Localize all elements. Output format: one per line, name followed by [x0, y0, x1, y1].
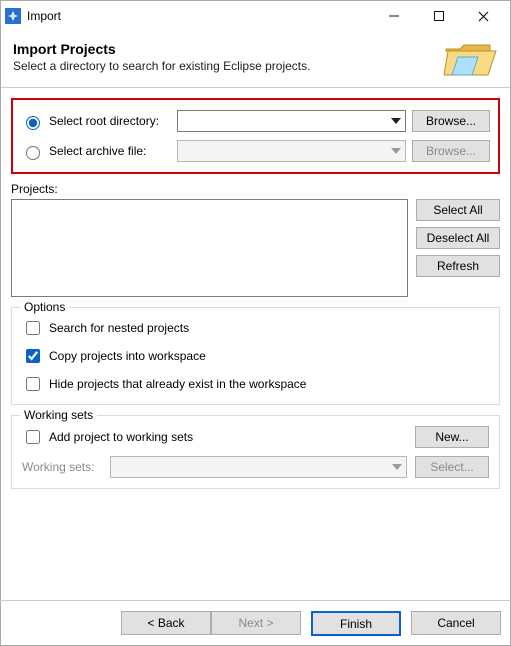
nested-projects-checkbox[interactable]: Search for nested projects: [22, 318, 489, 338]
chevron-down-icon: [391, 148, 401, 154]
add-working-set-checkbox[interactable]: Add project to working sets: [22, 427, 193, 447]
banner-heading: Import Projects: [13, 41, 434, 57]
copy-projects-checkbox[interactable]: Copy projects into workspace: [22, 346, 489, 366]
archive-file-label: Select archive file:: [49, 144, 146, 158]
banner-subtext: Select a directory to search for existin…: [13, 59, 434, 73]
import-folder-icon: [442, 35, 498, 79]
chevron-down-icon: [392, 464, 402, 470]
back-button[interactable]: < Back: [121, 611, 211, 635]
minimize-button[interactable]: [371, 2, 416, 30]
browse-root-button[interactable]: Browse...: [412, 110, 490, 132]
archive-file-combo: [177, 140, 406, 162]
window-controls: [371, 2, 506, 30]
working-sets-combo: [110, 456, 407, 478]
working-sets-group: Working sets Add project to working sets…: [11, 415, 500, 489]
working-sets-legend: Working sets: [20, 408, 97, 422]
root-directory-combo[interactable]: [177, 110, 406, 132]
select-all-button[interactable]: Select All: [416, 199, 500, 221]
window-title: Import: [27, 9, 371, 23]
chevron-down-icon: [391, 118, 401, 124]
select-working-set-button: Select...: [415, 456, 489, 478]
new-working-set-button[interactable]: New...: [415, 426, 489, 448]
next-button: Next >: [211, 611, 301, 635]
source-selection-box: Select root directory: Browse... Select …: [11, 98, 500, 174]
working-sets-row-label: Working sets:: [22, 460, 102, 474]
root-directory-radio[interactable]: Select root directory:: [21, 113, 171, 130]
options-group: Options Search for nested projects Copy …: [11, 307, 500, 405]
hide-existing-checkbox[interactable]: Hide projects that already exist in the …: [22, 374, 489, 394]
refresh-button[interactable]: Refresh: [416, 255, 500, 277]
title-bar: Import: [1, 1, 510, 31]
cancel-button[interactable]: Cancel: [411, 611, 501, 635]
projects-label: Projects:: [11, 182, 500, 196]
close-button[interactable]: [461, 2, 506, 30]
maximize-button[interactable]: [416, 2, 461, 30]
projects-list[interactable]: [11, 199, 408, 297]
deselect-all-button[interactable]: Deselect All: [416, 227, 500, 249]
options-legend: Options: [20, 300, 69, 314]
eclipse-app-icon: [5, 8, 21, 24]
finish-button[interactable]: Finish: [311, 611, 401, 636]
wizard-banner: Import Projects Select a directory to se…: [1, 31, 510, 88]
archive-file-radio[interactable]: Select archive file:: [21, 143, 171, 160]
wizard-footer: < Back Next > Finish Cancel: [0, 600, 511, 646]
root-directory-label: Select root directory:: [49, 114, 159, 128]
browse-archive-button: Browse...: [412, 140, 490, 162]
